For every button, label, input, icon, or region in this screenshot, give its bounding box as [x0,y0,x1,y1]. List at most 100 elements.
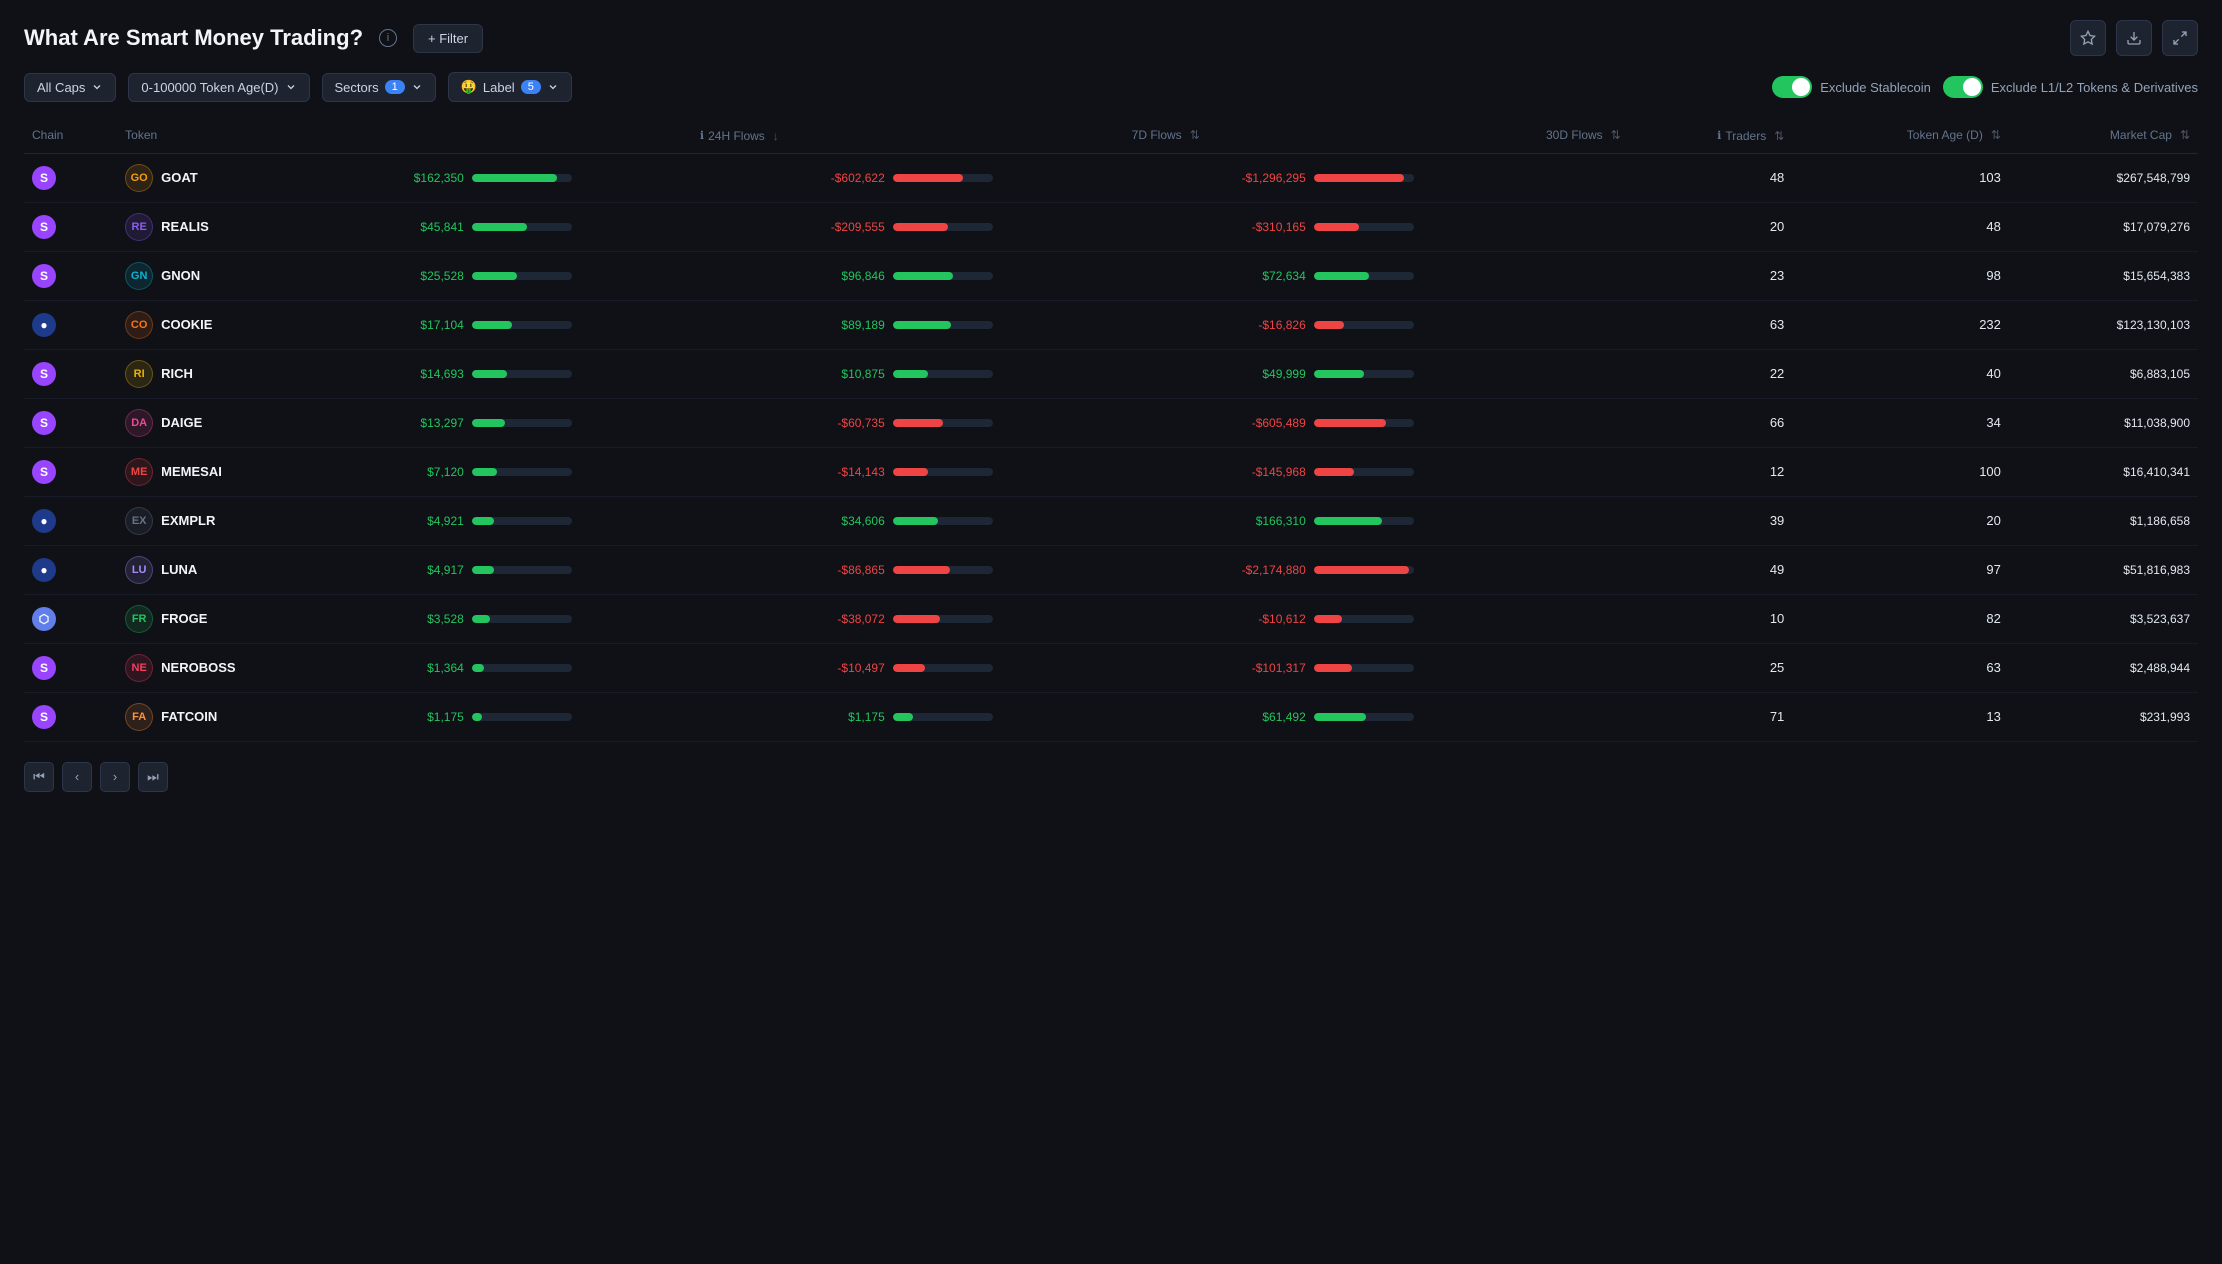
page-first-btn[interactable]: ⏮ [24,762,54,792]
cell-token: FR FROGE [117,594,366,643]
cell-24h: $1,175 [366,692,787,741]
cell-24h: $4,917 [366,545,787,594]
cell-traders: 39 [1629,496,1793,545]
cell-chain: ● [24,300,117,349]
cell-7d: $1,175 [787,692,1208,741]
cell-traders: 22 [1629,349,1793,398]
label-text: Label [483,80,515,95]
data-table-wrapper: Chain Token ℹ 24H Flows ↓ 7D Flows ⇅ [24,118,2198,742]
cell-token: GO GOAT [117,153,366,202]
table-row: ● EX EXMPLR $4,921 $34,606 $166,310 [24,496,2198,545]
cell-token: ME MEMESAI [117,447,366,496]
cell-marketcap: $6,883,105 [2009,349,2198,398]
cell-age: 103 [1792,153,2009,202]
cell-chain: S [24,643,117,692]
cell-24h: $162,350 [366,153,787,202]
cell-marketcap: $267,548,799 [2009,153,2198,202]
info-icon[interactable]: i [379,29,397,47]
cell-marketcap: $16,410,341 [2009,447,2198,496]
exclude-l1l2-label: Exclude L1/L2 Tokens & Derivatives [1991,80,2198,95]
page-prev-btn[interactable]: ‹ [62,762,92,792]
caps-label: All Caps [37,80,85,95]
filter-row: All Caps 0-100000 Token Age(D) Sectors 1… [24,72,2198,102]
table-body: S GO GOAT $162,350 -$602,622 -$1,296,295 [24,153,2198,741]
col-7d[interactable]: 7D Flows ⇅ [787,118,1208,153]
table-row: ⬡ FR FROGE $3,528 -$38,072 -$10,612 [24,594,2198,643]
cell-marketcap: $51,816,983 [2009,545,2198,594]
cell-token: GN GNON [117,251,366,300]
label-filter[interactable]: 🤑 Label 5 [448,72,572,102]
cell-30d: $72,634 [1208,251,1629,300]
cell-token: RI RICH [117,349,366,398]
page-last-btn[interactable]: ⏭ [138,762,168,792]
cell-7d: -$14,143 [787,447,1208,496]
col-token: Token [117,118,366,153]
exclude-l1l2-toggle[interactable] [1943,76,1983,98]
cell-age: 100 [1792,447,2009,496]
download-button[interactable] [2116,20,2152,56]
cell-30d: -$101,317 [1208,643,1629,692]
cell-30d: -$10,612 [1208,594,1629,643]
col-30d[interactable]: 30D Flows ⇅ [1208,118,1629,153]
cell-marketcap: $1,186,658 [2009,496,2198,545]
col-traders[interactable]: ℹ Traders ⇅ [1629,118,1793,153]
cell-token: CO COOKIE [117,300,366,349]
table-header-row: Chain Token ℹ 24H Flows ↓ 7D Flows ⇅ [24,118,2198,153]
cell-7d: -$60,735 [787,398,1208,447]
page-title: What Are Smart Money Trading? [24,25,363,51]
expand-button[interactable] [2162,20,2198,56]
cell-chain: S [24,349,117,398]
table-row: S GN GNON $25,528 $96,846 $72,634 [24,251,2198,300]
cell-30d: -$2,174,880 [1208,545,1629,594]
cell-marketcap: $15,654,383 [2009,251,2198,300]
page-next-btn[interactable]: › [100,762,130,792]
token-age-filter[interactable]: 0-100000 Token Age(D) [128,73,309,102]
cell-age: 13 [1792,692,2009,741]
cell-token: DA DAIGE [117,398,366,447]
exclude-stablecoin-toggle[interactable] [1772,76,1812,98]
cell-marketcap: $231,993 [2009,692,2198,741]
pagination: ⏮ ‹ › ⏭ [24,758,2198,796]
cell-30d: -$1,296,295 [1208,153,1629,202]
cell-traders: 48 [1629,153,1793,202]
cell-7d: -$209,555 [787,202,1208,251]
cell-24h: $7,120 [366,447,787,496]
header-right [2070,20,2198,56]
col-24h[interactable]: ℹ 24H Flows ↓ [366,118,787,153]
cell-24h: $14,693 [366,349,787,398]
cell-30d: -$605,489 [1208,398,1629,447]
cell-traders: 23 [1629,251,1793,300]
table-row: ● LU LUNA $4,917 -$86,865 -$2,174,880 [24,545,2198,594]
cell-traders: 20 [1629,202,1793,251]
cell-age: 34 [1792,398,2009,447]
col-market-cap[interactable]: Market Cap ⇅ [2009,118,2198,153]
cell-chain: S [24,447,117,496]
col-token-age[interactable]: Token Age (D) ⇅ [1792,118,2009,153]
cell-age: 63 [1792,643,2009,692]
cell-token: EX EXMPLR [117,496,366,545]
cell-7d: -$10,497 [787,643,1208,692]
cell-age: 98 [1792,251,2009,300]
cell-chain: S [24,692,117,741]
cell-age: 97 [1792,545,2009,594]
sectors-filter[interactable]: Sectors 1 [322,73,436,102]
table-row: S NE NEROBOSS $1,364 -$10,497 -$101,317 [24,643,2198,692]
star-button[interactable] [2070,20,2106,56]
cell-30d: -$310,165 [1208,202,1629,251]
cell-token: RE REALIS [117,202,366,251]
table-row: S RE REALIS $45,841 -$209,555 -$310,165 [24,202,2198,251]
filter-button[interactable]: + Filter [413,24,483,53]
cell-chain: S [24,398,117,447]
token-age-label: 0-100000 Token Age(D) [141,80,278,95]
cell-30d: -$145,968 [1208,447,1629,496]
cell-age: 48 [1792,202,2009,251]
cell-age: 20 [1792,496,2009,545]
table-row: ● CO COOKIE $17,104 $89,189 -$16,826 [24,300,2198,349]
caps-filter[interactable]: All Caps [24,73,116,102]
cell-7d: -$38,072 [787,594,1208,643]
cell-traders: 25 [1629,643,1793,692]
table-row: S ME MEMESAI $7,120 -$14,143 -$145,968 [24,447,2198,496]
cell-marketcap: $17,079,276 [2009,202,2198,251]
data-table: Chain Token ℹ 24H Flows ↓ 7D Flows ⇅ [24,118,2198,742]
cell-chain: S [24,202,117,251]
